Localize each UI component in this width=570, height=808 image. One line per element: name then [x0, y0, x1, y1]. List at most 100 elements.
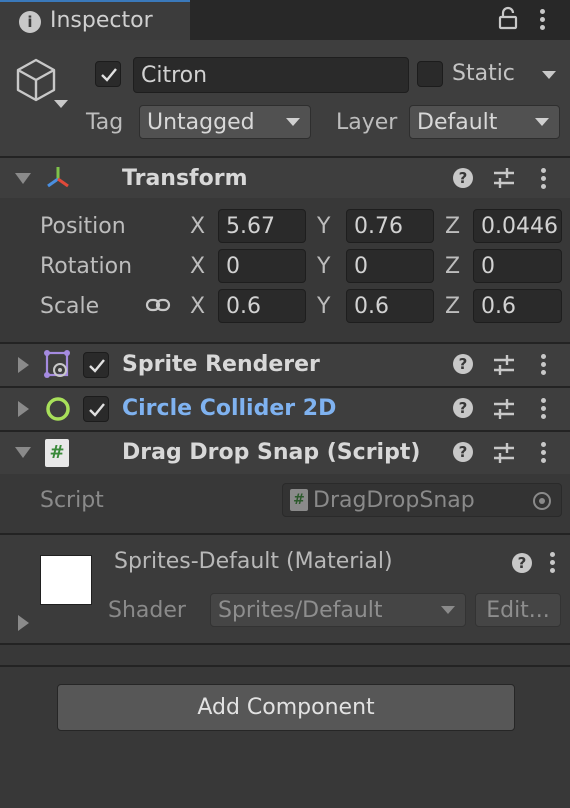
- help-icon[interactable]: ?: [453, 354, 473, 374]
- preset-sliders-icon[interactable]: [492, 442, 516, 468]
- kebab-menu-icon[interactable]: [541, 442, 547, 466]
- axis-y-label: Y: [317, 294, 331, 319]
- circle-collider-enabled-checkbox[interactable]: [83, 396, 109, 422]
- object-picker-icon: [532, 491, 552, 516]
- axis-z-label: Z: [445, 214, 461, 239]
- tag-value: Untagged: [147, 109, 255, 135]
- tag-dropdown[interactable]: Untagged: [139, 105, 311, 139]
- scale-x-field[interactable]: 0.6: [218, 289, 306, 323]
- script-component-title: Drag Drop Snap (Script): [122, 440, 421, 465]
- rotation-x-value: 0: [226, 253, 240, 279]
- position-z-field[interactable]: 0.0446: [473, 209, 562, 243]
- chevron-down-icon: [441, 606, 455, 614]
- axis-x-label: X: [190, 214, 206, 239]
- scale-x-value: 0.6: [226, 293, 261, 319]
- sprite-renderer-enabled-checkbox[interactable]: [83, 352, 109, 378]
- rotation-y-field[interactable]: 0: [346, 249, 434, 283]
- object-name-text: Citron: [141, 62, 208, 88]
- script-field-value: DragDropSnap: [313, 487, 475, 513]
- scale-label: Scale: [40, 294, 100, 319]
- chevron-down-icon: [286, 118, 300, 126]
- rotation-z-value: 0: [481, 253, 495, 279]
- object-name-field[interactable]: Citron: [133, 57, 409, 93]
- foldout-arrow-icon[interactable]: [18, 401, 29, 417]
- shader-edit-button[interactable]: Edit...: [475, 593, 561, 627]
- shader-edit-label: Edit...: [486, 597, 550, 623]
- axis-x-label: X: [190, 254, 206, 279]
- scale-y-value: 0.6: [354, 293, 389, 319]
- position-x-value: 5.67: [226, 213, 275, 239]
- layer-value: Default: [417, 109, 498, 135]
- static-label: Static: [452, 61, 515, 86]
- foldout-arrow-icon[interactable]: [18, 357, 29, 373]
- preset-sliders-icon[interactable]: [492, 398, 516, 424]
- sprite-renderer-title: Sprite Renderer: [122, 352, 320, 377]
- preset-sliders-icon[interactable]: [492, 354, 516, 380]
- position-x-field[interactable]: 5.67: [218, 209, 306, 243]
- layer-label: Layer: [336, 110, 398, 135]
- circle-collider-header[interactable]: Circle Collider 2D ?: [0, 388, 570, 430]
- script-field-label: Script: [40, 488, 104, 513]
- help-icon[interactable]: ?: [453, 398, 473, 418]
- script-file-icon: #: [290, 489, 308, 511]
- kebab-menu-icon[interactable]: [541, 354, 547, 378]
- help-icon[interactable]: ?: [453, 168, 473, 188]
- material-preview-thumbnail: [40, 555, 92, 605]
- info-icon: i: [19, 11, 41, 33]
- circle-collider-icon: [44, 395, 72, 427]
- script-hash-icon: #: [45, 439, 69, 467]
- rotation-z-field[interactable]: 0: [473, 249, 562, 283]
- shader-dropdown: Sprites/Default: [210, 593, 466, 627]
- scale-z-value: 0.6: [481, 293, 516, 319]
- axis-z-label: Z: [445, 294, 461, 319]
- scale-z-field[interactable]: 0.6: [473, 289, 562, 323]
- add-component-label: Add Component: [197, 694, 375, 720]
- tag-label: Tag: [86, 110, 124, 135]
- kebab-menu-icon[interactable]: [541, 168, 547, 192]
- foldout-arrow-icon[interactable]: [18, 615, 29, 631]
- divider: [0, 643, 570, 645]
- foldout-arrow-icon[interactable]: [15, 447, 31, 458]
- scale-y-field[interactable]: 0.6: [346, 289, 434, 323]
- tab-title: Inspector: [50, 8, 153, 33]
- axis-z-label: Z: [445, 254, 461, 279]
- gameobject-cube-icon: [14, 56, 58, 110]
- tab-inspector[interactable]: i Inspector: [0, 0, 190, 40]
- help-icon[interactable]: ?: [512, 553, 532, 573]
- divider: [0, 665, 570, 667]
- script-component-header[interactable]: # Drag Drop Snap (Script) ?: [0, 432, 570, 474]
- help-icon[interactable]: ?: [453, 442, 473, 462]
- shader-value: Sprites/Default: [218, 597, 383, 623]
- preset-sliders-icon[interactable]: [492, 167, 516, 193]
- icon-dropdown-arrow-icon[interactable]: [54, 100, 68, 108]
- transform-title: Transform: [122, 166, 248, 191]
- layer-dropdown[interactable]: Default: [409, 105, 560, 139]
- link-icon[interactable]: [145, 296, 171, 318]
- position-z-value: 0.0446: [481, 213, 558, 239]
- kebab-menu-icon[interactable]: [541, 398, 547, 422]
- position-y-field[interactable]: 0.76: [346, 209, 434, 243]
- sprite-renderer-icon: [44, 350, 72, 384]
- lock-icon[interactable]: [498, 6, 518, 30]
- foldout-arrow-icon[interactable]: [15, 173, 31, 184]
- script-object-field: # DragDropSnap: [282, 483, 562, 517]
- transform-header[interactable]: Transform ?: [0, 158, 570, 198]
- material-title: Sprites-Default (Material): [114, 549, 393, 574]
- chevron-down-icon: [535, 118, 549, 126]
- sprite-renderer-header[interactable]: Sprite Renderer ?: [0, 344, 570, 386]
- rotation-y-value: 0: [354, 253, 368, 279]
- rotation-label: Rotation: [40, 254, 133, 279]
- axis-y-label: Y: [317, 214, 331, 239]
- add-component-button[interactable]: Add Component: [57, 684, 515, 731]
- position-y-value: 0.76: [354, 213, 403, 239]
- static-dropdown-arrow-icon[interactable]: [542, 71, 556, 79]
- shader-label: Shader: [108, 598, 186, 623]
- position-label: Position: [40, 214, 126, 239]
- static-checkbox[interactable]: [417, 61, 443, 87]
- active-checkbox[interactable]: [95, 61, 121, 87]
- axis-x-label: X: [190, 294, 206, 319]
- tab-menu-kebab-icon[interactable]: [540, 9, 546, 33]
- kebab-menu-icon[interactable]: [550, 552, 556, 576]
- rotation-x-field[interactable]: 0: [218, 249, 306, 283]
- axis-y-label: Y: [317, 254, 331, 279]
